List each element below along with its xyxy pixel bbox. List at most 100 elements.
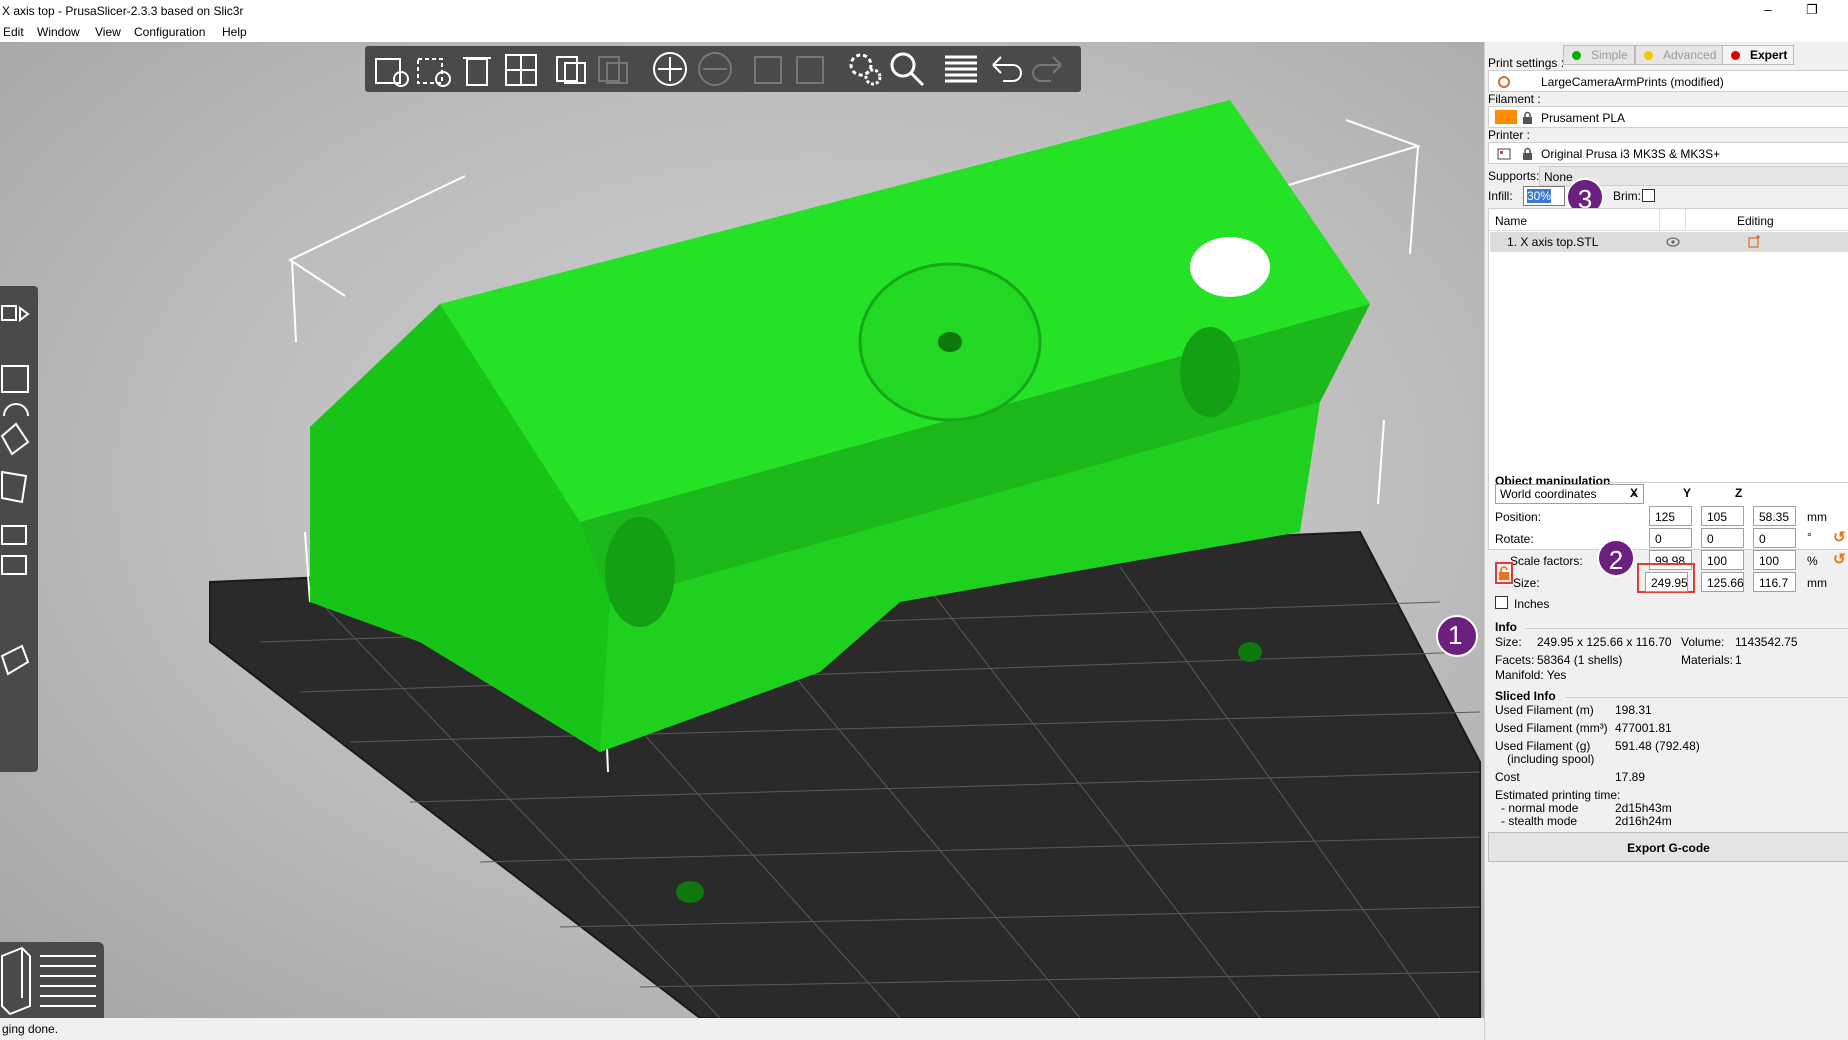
support-points-icon[interactable] bbox=[1, 555, 27, 575]
split-objects-icon[interactable] bbox=[749, 49, 789, 89]
menu-window[interactable]: Window bbox=[37, 25, 80, 39]
info-manifold: Manifold: Yes bbox=[1495, 668, 1567, 682]
lock-icon bbox=[1523, 147, 1532, 160]
printer-combo[interactable]: Original Prusa i3 MK3S & MK3S+ bbox=[1488, 142, 1848, 164]
variable-layer-height-icon[interactable] bbox=[845, 49, 885, 89]
filament-combo[interactable]: Prusament PLA bbox=[1488, 106, 1848, 128]
print-settings-combo[interactable]: LargeCameraArmPrints (modified) bbox=[1488, 70, 1848, 92]
stealth-mode-label: - stealth mode bbox=[1501, 814, 1578, 828]
mode-advanced-button[interactable]: Advanced bbox=[1635, 45, 1724, 65]
mode-advanced-label: Advanced bbox=[1663, 48, 1717, 62]
maximize-button[interactable]: ❐ bbox=[1802, 2, 1822, 20]
inches-label: Inches bbox=[1514, 597, 1550, 611]
info-title: Info bbox=[1495, 620, 1517, 634]
normal-mode-value: 2d15h43m bbox=[1615, 801, 1672, 815]
simple-mode-dot bbox=[1572, 51, 1581, 60]
mode-simple-button[interactable]: Simple bbox=[1563, 45, 1635, 65]
print-settings-value: LargeCameraArmPrints (modified) bbox=[1541, 75, 1724, 89]
size-y-field[interactable]: 125.66 bbox=[1701, 572, 1744, 592]
redo-icon[interactable] bbox=[1029, 49, 1069, 89]
used-filament-g-label: Used Filament (g) bbox=[1495, 739, 1591, 753]
export-gcode-button[interactable]: Export G-code bbox=[1488, 832, 1848, 862]
delete-icon[interactable] bbox=[413, 49, 453, 89]
infill-input[interactable]: 30% bbox=[1523, 186, 1565, 206]
sidebar-panel: Simple Advanced Expert Print settings : … bbox=[1484, 42, 1848, 1040]
object-name: 1. X axis top.STL bbox=[1507, 235, 1599, 249]
mode-expert-button[interactable]: Expert bbox=[1722, 45, 1795, 65]
callout-1: 1 bbox=[1448, 620, 1463, 650]
rotate-x-field[interactable]: 0 bbox=[1649, 528, 1692, 548]
filament-label: Filament : bbox=[1488, 92, 1541, 106]
uniform-scale-lock-icon[interactable] bbox=[1498, 566, 1510, 580]
filament-value: Prusament PLA bbox=[1541, 111, 1626, 125]
scale-z-field[interactable]: 100 bbox=[1753, 550, 1796, 570]
scale-y-field[interactable]: 100 bbox=[1701, 550, 1744, 570]
3d-scene bbox=[209, 100, 1481, 1018]
used-filament-m-value: 198.31 bbox=[1615, 703, 1652, 717]
brim-checkbox[interactable] bbox=[1642, 189, 1655, 202]
info-size-value: 249.95 x 125.66 x 116.70 bbox=[1537, 635, 1672, 649]
info-size-label: Size: bbox=[1495, 635, 1522, 649]
coordinate-system-select[interactable]: World coordinates ⌄ bbox=[1495, 484, 1644, 504]
reset-rotation-icon[interactable]: ↺ bbox=[1833, 528, 1846, 546]
rotate-z-field[interactable]: 0 bbox=[1753, 528, 1796, 548]
position-z-field[interactable]: 58.35 bbox=[1753, 506, 1796, 526]
scale-icon[interactable] bbox=[1, 365, 29, 393]
size-unit: mm bbox=[1807, 576, 1827, 590]
add-icon[interactable] bbox=[371, 49, 411, 89]
undo-icon[interactable] bbox=[985, 49, 1025, 89]
divider bbox=[1525, 628, 1848, 629]
menu-view[interactable]: View bbox=[95, 25, 121, 39]
size-x-field[interactable]: 249.95 bbox=[1645, 572, 1688, 592]
delete-all-icon[interactable] bbox=[457, 49, 497, 89]
inches-checkbox[interactable] bbox=[1495, 596, 1508, 609]
position-x-field[interactable]: 125 bbox=[1649, 506, 1692, 526]
3d-view-icon[interactable] bbox=[1, 946, 31, 1016]
normal-mode-label: - normal mode bbox=[1501, 801, 1579, 815]
info-materials-value: 1 bbox=[1735, 653, 1742, 667]
list-item[interactable]: 1. X axis top.STL bbox=[1490, 232, 1848, 252]
paste-icon[interactable] bbox=[593, 49, 633, 89]
object-list-header: Name Editing bbox=[1489, 209, 1848, 231]
info-materials-label: Materials: bbox=[1681, 653, 1734, 667]
seam-painting-icon[interactable] bbox=[0, 644, 30, 676]
eye-icon[interactable] bbox=[1666, 237, 1680, 247]
split-parts-icon[interactable] bbox=[791, 49, 831, 89]
arrange-icon[interactable] bbox=[501, 49, 541, 89]
move-icon[interactable] bbox=[1, 305, 30, 322]
size-z-field[interactable]: 116.7 bbox=[1753, 572, 1796, 592]
hollow-icon[interactable] bbox=[1, 525, 27, 545]
menu-help[interactable]: Help bbox=[222, 25, 247, 39]
divider bbox=[1565, 697, 1848, 698]
add-instance-icon[interactable] bbox=[650, 49, 690, 89]
status-bar: ging done. bbox=[0, 1018, 1484, 1040]
cut-icon[interactable] bbox=[0, 470, 28, 504]
rotate-y-field[interactable]: 0 bbox=[1701, 528, 1744, 548]
brim-label: Brim: bbox=[1613, 189, 1641, 203]
column-editing[interactable]: Editing bbox=[1737, 214, 1774, 228]
3d-viewport[interactable]: 1 bbox=[0, 42, 1484, 1018]
title-bar: X axis top - PrusaSlicer-2.3.3 based on … bbox=[0, 0, 1848, 22]
position-unit: mm bbox=[1807, 510, 1827, 524]
reset-scale-icon[interactable]: ↺ bbox=[1833, 550, 1846, 568]
size-label: Size: bbox=[1513, 576, 1540, 590]
menu-configuration[interactable]: Configuration bbox=[134, 25, 205, 39]
stealth-mode-value: 2d16h24m bbox=[1615, 814, 1672, 828]
search-icon[interactable] bbox=[887, 49, 927, 89]
minimize-button[interactable]: – bbox=[1758, 2, 1778, 20]
print-settings-icon bbox=[1498, 76, 1510, 88]
edit-settings-icon[interactable] bbox=[1748, 235, 1760, 248]
remove-instance-icon[interactable] bbox=[695, 49, 735, 89]
rotate-icon[interactable] bbox=[3, 403, 29, 417]
position-label: Position: bbox=[1495, 510, 1542, 524]
axis-z-label: Z bbox=[1735, 486, 1743, 500]
infill-value: 30% bbox=[1527, 189, 1552, 203]
column-name[interactable]: Name bbox=[1495, 214, 1527, 228]
used-filament-mm3-value: 477001.81 bbox=[1615, 721, 1672, 735]
menu-edit[interactable]: Edit bbox=[3, 25, 24, 39]
place-on-face-icon[interactable] bbox=[0, 422, 30, 456]
position-y-field[interactable]: 105 bbox=[1701, 506, 1744, 526]
copy-icon[interactable] bbox=[551, 49, 591, 89]
preview-icon[interactable] bbox=[40, 955, 96, 1007]
layers-editing-icon[interactable] bbox=[941, 49, 981, 89]
